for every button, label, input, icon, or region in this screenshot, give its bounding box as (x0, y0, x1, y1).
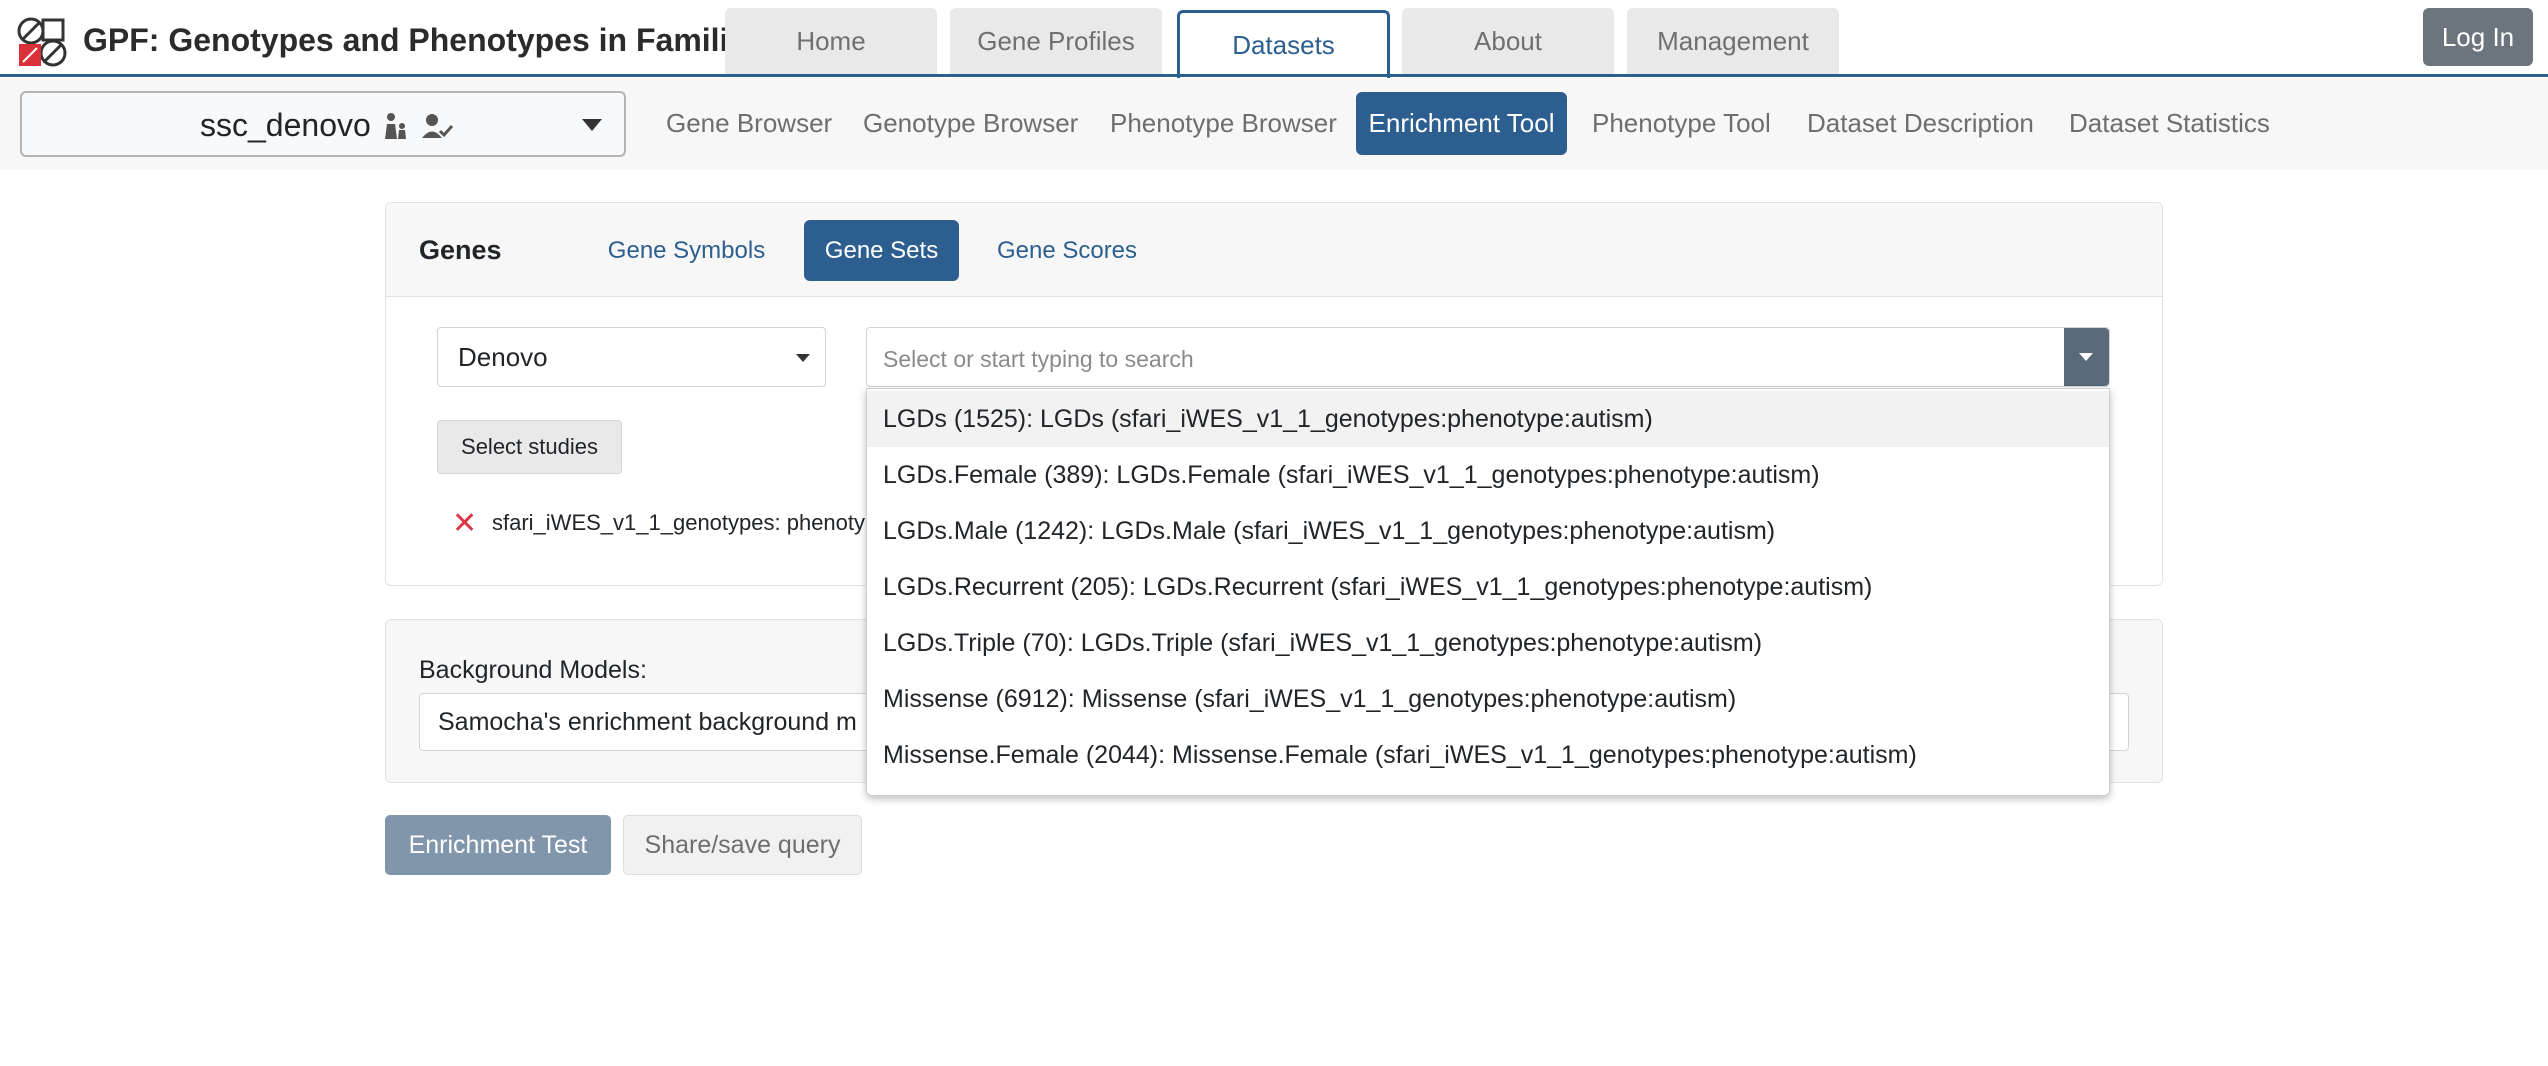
dataset-selector[interactable]: ssc_denovo (20, 91, 626, 157)
tab-gene-scores[interactable]: Gene Scores (992, 220, 1142, 281)
subtab-phenotype-tool[interactable]: Phenotype Tool (1579, 92, 1784, 155)
login-button[interactable]: Log In (2423, 8, 2533, 66)
list-item[interactable]: LGDs (1525): LGDs (sfari_iWES_v1_1_genot… (867, 391, 2109, 447)
gpf-logo-icon[interactable] (16, 16, 68, 68)
subtab-dataset-description[interactable]: Dataset Description (1794, 92, 2047, 155)
list-item[interactable]: Missense.Female (2044): Missense.Female … (867, 727, 2109, 783)
enrichment-test-button[interactable]: Enrichment Test (385, 815, 611, 875)
dataset-name: ssc_denovo (200, 107, 371, 143)
list-item[interactable]: LGDs.Recurrent (205): LGDs.Recurrent (sf… (867, 559, 2109, 615)
gene-set-search-input[interactable] (881, 338, 2075, 380)
tab-datasets[interactable]: Datasets (1177, 10, 1390, 78)
chevron-down-icon (796, 354, 810, 362)
subtab-gene-browser[interactable]: Gene Browser (653, 92, 845, 155)
tab-gene-profiles[interactable]: Gene Profiles (950, 8, 1162, 74)
app-title: GPF: Genotypes and Phenotypes in Familie… (83, 22, 765, 58)
remove-study-icon[interactable]: ✕ (452, 506, 477, 541)
genes-title: Genes (419, 235, 502, 265)
collection-value: Denovo (458, 342, 548, 372)
list-item[interactable]: LGDs.Triple (70): LGDs.Triple (sfari_iWE… (867, 615, 2109, 671)
background-models-label: Background Models: (419, 656, 647, 684)
list-item[interactable]: LGDs.Female (389): LGDs.Female (sfari_iW… (867, 447, 2109, 503)
subtab-dataset-statistics[interactable]: Dataset Statistics (2056, 92, 2283, 155)
subtab-genotype-browser[interactable]: Genotype Browser (850, 92, 1091, 155)
person-check-icon (422, 114, 454, 139)
tab-about[interactable]: About (1402, 8, 1614, 74)
chevron-down-icon (2079, 353, 2093, 361)
tab-gene-symbols[interactable]: Gene Symbols (605, 220, 768, 281)
tab-management[interactable]: Management (1627, 8, 1839, 74)
genes-card-header: Genes Gene Symbols Gene Sets Gene Scores (386, 203, 2162, 297)
list-item[interactable]: Missense (6912): Missense (sfari_iWES_v1… (867, 671, 2109, 727)
share-save-query-button[interactable]: Share/save query (623, 815, 862, 875)
subtab-enrichment-tool[interactable]: Enrichment Tool (1356, 92, 1567, 155)
tab-home[interactable]: Home (725, 8, 937, 74)
top-header: GPF: Genotypes and Phenotypes in Familie… (0, 0, 2548, 78)
gene-set-dropdown: LGDs (1525): LGDs (sfari_iWES_v1_1_genot… (866, 388, 2110, 796)
gene-set-dropdown-toggle[interactable] (2064, 328, 2109, 386)
gene-set-search[interactable] (866, 327, 2110, 387)
selected-study-label: sfari_iWES_v1_1_genotypes: phenoty (492, 510, 866, 535)
subtab-phenotype-browser[interactable]: Phenotype Browser (1097, 92, 1350, 155)
chevron-down-icon (582, 119, 602, 131)
gene-set-collection-select[interactable]: Denovo (437, 327, 826, 387)
family-icon (385, 113, 406, 140)
background-model-value: Samocha's enrichment background m (438, 708, 857, 736)
tab-gene-sets[interactable]: Gene Sets (804, 220, 959, 281)
list-item[interactable]: LGDs.Male (1242): LGDs.Male (sfari_iWES_… (867, 503, 2109, 559)
header-divider (0, 74, 2548, 77)
select-studies-button[interactable]: Select studies (437, 420, 622, 474)
